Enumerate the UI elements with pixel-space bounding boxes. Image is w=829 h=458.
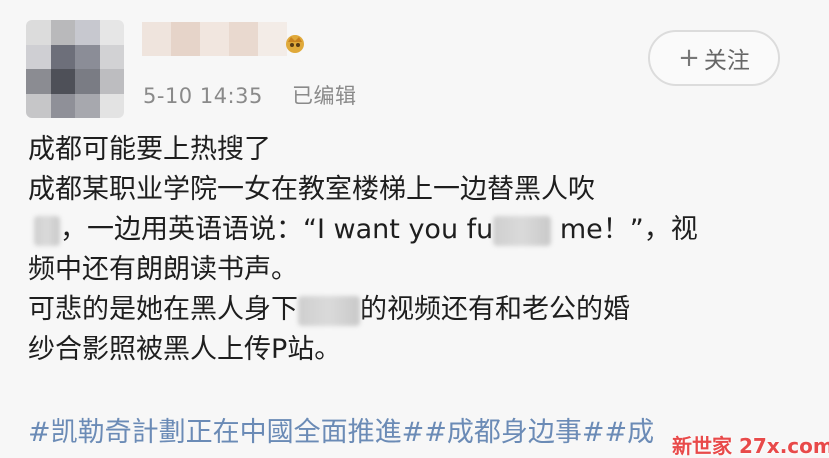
post-meta: 5-10 14:35 已编辑 bbox=[143, 80, 357, 110]
censored-blur bbox=[34, 215, 60, 246]
censored-blur bbox=[298, 295, 360, 326]
post-line-5-end: 的视频还有和老公的婚 bbox=[360, 294, 630, 325]
censored-blur bbox=[493, 215, 552, 246]
follow-label: 关注 bbox=[703, 48, 750, 74]
post-line-5-start: 可悲的是她在黑人身下 bbox=[28, 294, 298, 325]
post-body: 成都可能要上热搜了 成都某职业学院一女在教室楼梯上一边替黑人吹 ，一边用英语语说… bbox=[28, 130, 808, 370]
username-pixelated[interactable] bbox=[142, 22, 287, 56]
post-line-3-end: me！”，视 bbox=[551, 214, 698, 245]
vip-crown-badge-icon bbox=[286, 35, 304, 53]
post-line-4: 频中还有朗朗读书声。 bbox=[28, 254, 298, 285]
post-timestamp: 5-10 14:35 bbox=[143, 84, 263, 108]
avatar[interactable] bbox=[26, 20, 124, 118]
post-line-3-mid: ，一边用英语语说：“I want you fu bbox=[60, 214, 494, 245]
plus-icon: + bbox=[678, 43, 700, 73]
follow-button[interactable]: + 关注 bbox=[648, 30, 780, 86]
post-line-5: 可悲的是她在黑人身下 的视频还有和老公的婚 bbox=[28, 290, 808, 330]
post-line-3: ，一边用英语语说：“I want you fu me！”，视 bbox=[28, 210, 808, 250]
post-line-2: 成都某职业学院一女在教室楼梯上一边替黑人吹 bbox=[28, 174, 595, 205]
site-watermark: 新世家 27x.com bbox=[672, 434, 829, 458]
hashtag-links[interactable]: #凯勒奇計劃正在中國全面推進##成都身边事##成 bbox=[28, 410, 654, 449]
weibo-post-card: 5-10 14:35 已编辑 + 关注 成都可能要上热搜了 成都某职业学院一女在… bbox=[0, 0, 829, 458]
post-line-1: 成都可能要上热搜了 bbox=[28, 134, 271, 165]
edited-label[interactable]: 已编辑 bbox=[292, 84, 357, 108]
post-line-6: 纱合影照被黑人上传P站。 bbox=[28, 334, 342, 365]
